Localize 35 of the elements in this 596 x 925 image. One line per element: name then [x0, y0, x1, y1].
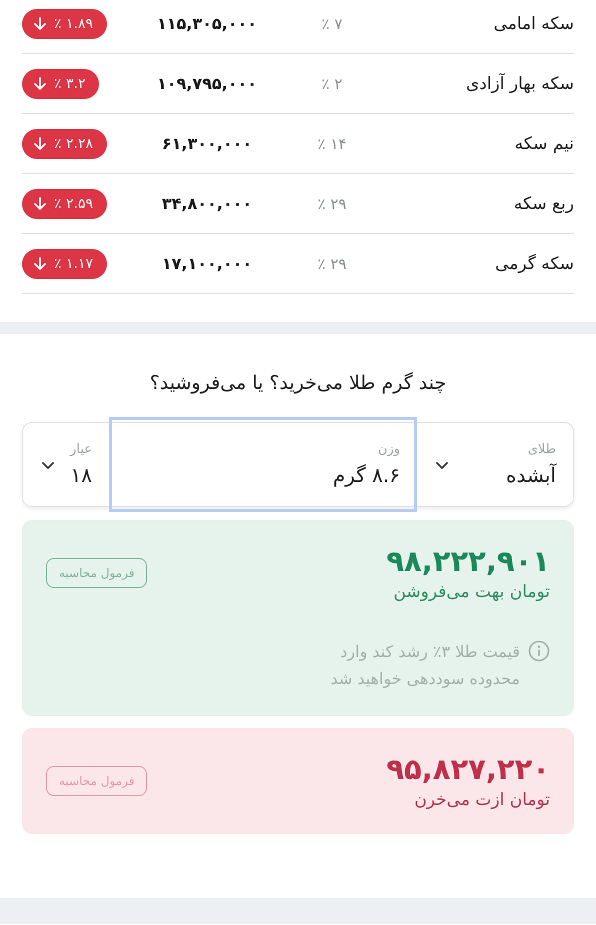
percent-value: ٪ ۲۹ — [316, 194, 348, 212]
amount-value: ۹۵,۸۲۷,۲۲۰ — [385, 752, 550, 786]
amount-value: ۹۸,۲۲۲,۹۰۱ — [385, 544, 550, 578]
dropdown[interactable]: طلای آبشده — [417, 423, 573, 506]
down-arrow-icon — [32, 76, 48, 92]
change-badge: ٪ ۲.۵۹ — [22, 188, 107, 218]
down-arrow-icon — [32, 16, 48, 32]
change-badge: ٪ ۱.۱۷ — [22, 248, 107, 278]
change-badge: ٪ ۱.۸۹ — [22, 8, 107, 38]
coin-name: ربع سکه — [512, 194, 574, 214]
coin-price: ۶۱,۳۰۰,۰۰۰ — [160, 134, 254, 153]
coin-name: سکه گرمی — [494, 254, 574, 274]
change-badge: ٪ ۲.۲۸ — [22, 128, 107, 158]
down-arrow-icon — [32, 256, 48, 272]
amount-caption: تومان بهت می‌فروشن — [392, 582, 550, 602]
down-arrow-icon — [32, 136, 48, 152]
change-badge: ٪ ۳.۲ — [22, 68, 100, 98]
info-icon — [528, 640, 550, 662]
amount-caption: تومان ازت می‌خرن — [413, 790, 550, 810]
info-text: قیمت طلا ۳٪ رشد کند وارد محدوده سوددهی خواهید شد — [329, 641, 520, 690]
input-field[interactable]: وزن ۸.۶ گرم — [109, 417, 417, 512]
coin-name: سکه امامی — [492, 14, 574, 34]
coin-price: ۱۷,۱۰۰,۰۰۰ — [160, 254, 254, 273]
percent-value: ٪ ۲ — [320, 74, 344, 92]
down-arrow-icon — [32, 196, 48, 212]
question-title: چند گرم طلا می‌خرید؟ یا می‌فروشید؟ — [148, 372, 448, 394]
coin-price: ۳۴,۸۰۰,۰۰۰ — [160, 194, 254, 213]
percent-value: ٪ ۲۹ — [316, 254, 348, 272]
dropdown[interactable]: عیار ۱۸ — [23, 423, 109, 506]
coin-name: نیم سکه — [514, 134, 574, 154]
percent-value: ٪ ۱۴ — [316, 134, 348, 152]
coin-price: ۱۱۵,۳۰۵,۰۰۰ — [156, 14, 258, 33]
coin-price: ۱۰۹,۷۹۵,۰۰۰ — [156, 74, 258, 93]
coin-name: سکه بهار آزادی — [464, 74, 574, 94]
percent-value: ٪ ۷ — [320, 14, 344, 32]
